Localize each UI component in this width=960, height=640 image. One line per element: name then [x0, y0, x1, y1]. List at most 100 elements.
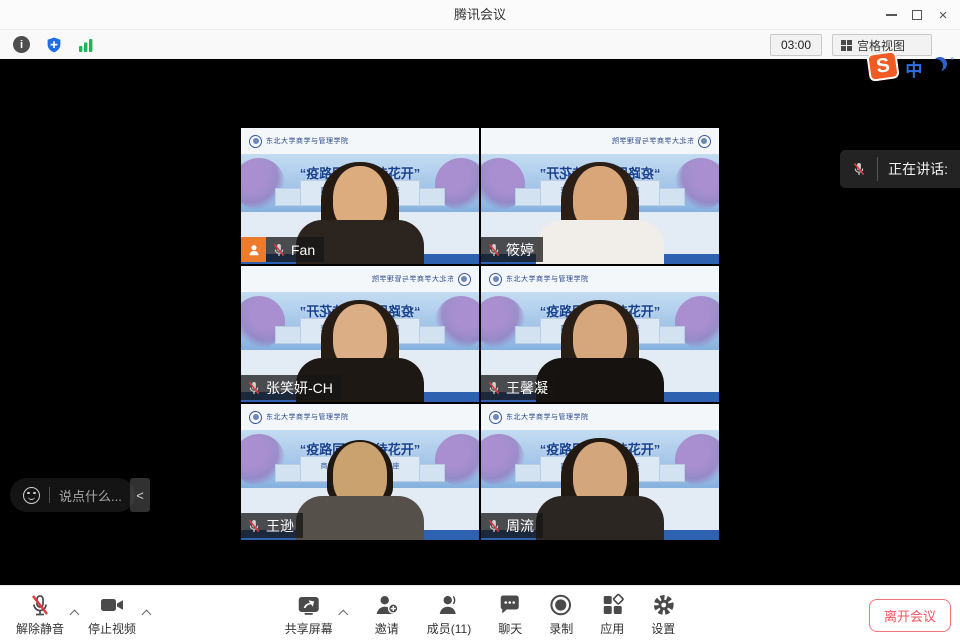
video-options-chevron[interactable]: [142, 610, 152, 620]
university-logo-text: 东北大学商学与管理学院: [506, 412, 589, 422]
participant-name: 周流: [506, 516, 534, 536]
window-title: 腾讯会议: [0, 0, 960, 30]
university-seal-icon: [249, 411, 262, 424]
apps-button[interactable]: 应用: [600, 593, 624, 637]
virtual-background-header: 东北大学商学与管理学院: [241, 266, 479, 292]
camera-icon: [99, 593, 125, 617]
record-label: 录制: [549, 620, 573, 637]
speaking-indicator: 正在讲话:: [840, 150, 960, 188]
video-stage: 东北大学商学与管理学院 “疫路同行 静待花开” 商学与管理学院 线上讲座: [0, 59, 960, 585]
virtual-background-header: 东北大学商学与管理学院: [481, 128, 719, 154]
virtual-background-header: 东北大学商学与管理学院: [481, 404, 719, 430]
figure-shoulders: [536, 220, 664, 264]
invite-button[interactable]: 邀请: [374, 593, 400, 637]
minimize-icon: [886, 14, 897, 16]
ime-language-indicator[interactable]: 中: [905, 56, 922, 81]
participant-name: Fan: [291, 242, 315, 258]
participant-name-tag: 周流: [481, 513, 543, 538]
ime-indicator: S 中 °: [868, 50, 954, 81]
participant-name-tag: 筱婷: [481, 237, 543, 262]
moon-mode-icon[interactable]: [929, 59, 943, 73]
meeting-info-bar: i 03:00 宫格视图: [0, 30, 960, 59]
video-grid-row: 东北大学商学与管理学院 “疫路同行 静待花开” 商学与管理学院 线上讲座: [0, 128, 960, 264]
chat-button[interactable]: 聊天: [498, 593, 522, 637]
minimize-button[interactable]: [878, 2, 904, 28]
meeting-info-button[interactable]: i: [10, 33, 33, 56]
maximize-button[interactable]: [904, 2, 930, 28]
chevron-left-icon: <: [136, 488, 144, 503]
university-logo-text: 东北大学商学与管理学院: [506, 274, 589, 284]
members-button[interactable]: 成员(11): [427, 593, 471, 637]
apps-label: 应用: [600, 620, 624, 637]
meeting-security-button[interactable]: [42, 33, 65, 56]
participant-tile[interactable]: 东北大学商学与管理学院 “疫路同行 静待花开” 商学与管理学院 线上讲座: [241, 404, 479, 540]
mic-muted-icon: [486, 242, 502, 258]
figure-shoulders: [536, 496, 664, 540]
members-label: 成员(11): [427, 620, 471, 637]
participant-tile[interactable]: 东北大学商学与管理学院 “疫路同行 静待花开” 商学与管理学院 线上讲座: [481, 404, 719, 540]
host-badge-icon: [241, 237, 266, 262]
mic-muted-icon: [28, 593, 52, 617]
title-bar: 腾讯会议 ×: [0, 0, 960, 30]
mic-muted-icon: [486, 380, 502, 396]
chat-bubble-icon: [498, 593, 522, 617]
participant-name: 王逊: [266, 516, 294, 536]
shield-plus-icon: [45, 36, 63, 54]
emoji-icon[interactable]: [23, 487, 40, 504]
mic-options-chevron[interactable]: [70, 610, 80, 620]
unmute-button[interactable]: 解除静音: [16, 593, 64, 637]
tencent-meeting-window: 腾讯会议 × i 03:00: [0, 0, 960, 640]
chat-placeholder: 说点什么...: [59, 486, 122, 505]
quick-chat-input[interactable]: 说点什么...: [10, 478, 135, 512]
university-logo-text: 东北大学商学与管理学院: [266, 136, 349, 146]
video-grid-row: 东北大学商学与管理学院 “疫路同行 静待花开” 商学与管理学院 线上讲座: [0, 404, 960, 540]
invite-person-icon: [374, 593, 400, 617]
participant-name-tag: 张笑妍-CH: [241, 375, 342, 400]
participant-name: 筱婷: [506, 240, 534, 260]
virtual-background-header: 东北大学商学与管理学院: [241, 404, 479, 430]
unmute-label: 解除静音: [16, 620, 64, 637]
leave-meeting-button[interactable]: 离开会议: [869, 599, 951, 632]
share-screen-button[interactable]: 共享屏幕: [285, 593, 333, 637]
info-icon: i: [13, 36, 30, 53]
gear-icon: [651, 593, 675, 617]
chat-label: 聊天: [498, 620, 522, 637]
share-screen-icon: [296, 593, 322, 617]
university-logo-text: 东北大学商学与管理学院: [372, 274, 455, 284]
mic-muted-icon: [246, 380, 262, 396]
mic-muted-icon: [246, 518, 262, 534]
invite-label: 邀请: [375, 620, 399, 637]
page-previous-button[interactable]: <: [130, 478, 150, 512]
grid-view-icon: [841, 40, 852, 51]
maximize-icon: [912, 10, 922, 20]
close-button[interactable]: ×: [930, 2, 956, 28]
participant-name: 王馨凝: [506, 378, 548, 398]
close-icon: ×: [939, 8, 948, 23]
participant-tile[interactable]: 东北大学商学与管理学院 “疫路同行 静待花开” 商学与管理学院 线上讲座: [481, 128, 719, 264]
record-circle-icon: [549, 593, 573, 617]
participant-tile[interactable]: 东北大学商学与管理学院 “疫路同行 静待花开” 商学与管理学院 线上讲座: [241, 266, 479, 402]
settings-button[interactable]: 设置: [651, 593, 675, 637]
participant-tile[interactable]: 东北大学商学与管理学院 “疫路同行 静待花开” 商学与管理学院 线上讲座: [481, 266, 719, 402]
virtual-background-header: 东北大学商学与管理学院: [241, 128, 479, 154]
apps-grid-icon: [600, 593, 624, 617]
signal-bars-icon: [78, 37, 94, 53]
university-seal-icon: [489, 273, 502, 286]
divider: [49, 487, 50, 503]
network-status-button[interactable]: [74, 33, 97, 56]
university-seal-icon: [249, 135, 262, 148]
record-button[interactable]: 录制: [549, 593, 573, 637]
share-options-chevron[interactable]: [338, 610, 348, 620]
settings-label: 设置: [651, 620, 675, 637]
virtual-background-header: 东北大学商学与管理学院: [481, 266, 719, 292]
sogou-ime-icon[interactable]: S: [867, 50, 901, 82]
figure-shoulders: [296, 496, 424, 540]
university-seal-icon: [458, 273, 471, 286]
share-screen-label: 共享屏幕: [285, 620, 333, 637]
mic-muted-icon: [851, 161, 867, 177]
meeting-timer: 03:00: [770, 34, 822, 56]
window-controls: ×: [878, 0, 956, 30]
university-logo-text: 东北大学商学与管理学院: [266, 412, 349, 422]
stop-video-button[interactable]: 停止视频: [88, 593, 136, 637]
participant-tile[interactable]: 东北大学商学与管理学院 “疫路同行 静待花开” 商学与管理学院 线上讲座: [241, 128, 479, 264]
